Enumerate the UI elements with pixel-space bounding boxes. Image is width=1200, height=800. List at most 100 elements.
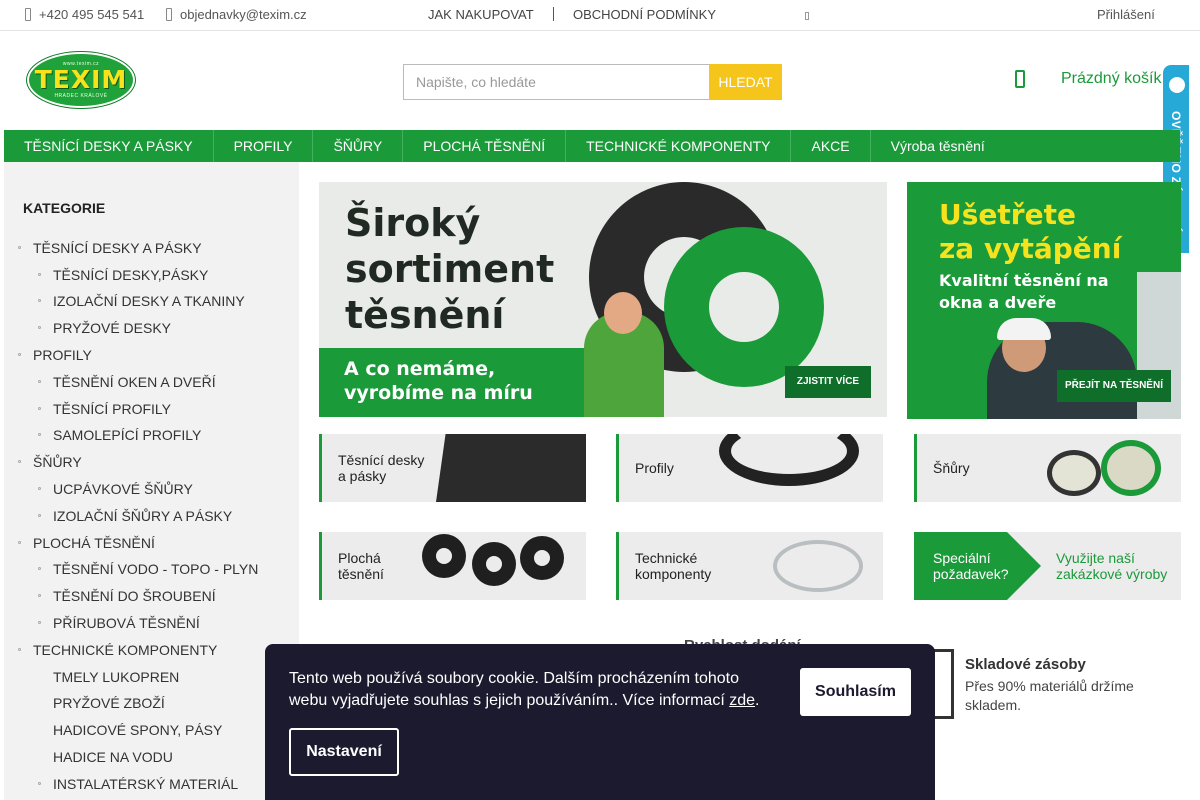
sidebar-item-plocha-tesneni[interactable]: PLOCHÁ TĚSNĚNÍ bbox=[18, 535, 155, 551]
nav-item-technicke-komponenty[interactable]: TECHNICKÉ KOMPONENTY bbox=[566, 130, 792, 162]
site-logo[interactable]: www.texim.cz TEXIM HRADEC KRÁLOVÉ bbox=[27, 52, 135, 108]
cookie-more-info-link[interactable]: zde bbox=[729, 692, 755, 709]
bullet-icon bbox=[38, 273, 41, 276]
sidebar-item-profily[interactable]: PROFILY bbox=[18, 347, 92, 363]
sidebar-item-pryzove-desky[interactable]: PRYŽOVÉ DESKY bbox=[38, 320, 172, 336]
sidebar-item-tmely-lukopren[interactable]: TMELY LUKOPREN bbox=[53, 669, 179, 685]
bullet-icon bbox=[18, 541, 21, 544]
tile-profily[interactable]: Profily bbox=[616, 434, 883, 502]
sidebar-item-tesneni-oken[interactable]: TĚSNĚNÍ OKEN A DVEŘÍ bbox=[38, 374, 216, 390]
sidebar-title: KATEGORIE bbox=[23, 200, 106, 216]
phone-number: +420 495 545 541 bbox=[39, 7, 145, 22]
phone-contact[interactable]: +420 495 545 541 bbox=[25, 7, 144, 22]
sidebar-item-izolacni-desky[interactable]: IZOLAČNÍ DESKY A TKANINY bbox=[38, 293, 245, 309]
category-sidebar: KATEGORIE TĚSNÍCÍ DESKY A PÁSKY TĚSNÍCÍ … bbox=[4, 162, 299, 800]
washer-image bbox=[472, 542, 516, 586]
top-bar: +420 495 545 541 objednavky@texim.cz JAK… bbox=[0, 0, 1200, 31]
tile-special-request[interactable]: Speciální požadavek? Využijte naší zakázko… bbox=[914, 532, 1181, 600]
nav-item-tesnici-desky[interactable]: TĚSNÍCÍ DESKY A PÁSKY bbox=[4, 130, 214, 162]
worker-head bbox=[604, 292, 642, 334]
tile-label: Šňůry bbox=[933, 460, 970, 476]
cookie-text: Tento web používá soubory cookie. Dalším… bbox=[289, 668, 769, 712]
tile-label-line: komponenty bbox=[635, 566, 712, 582]
side-banner-cta-button[interactable]: PŘEJÍT NA TĚSNĚNÍ bbox=[1057, 370, 1171, 402]
main-banner[interactable]: Široký sortiment těsnění A co nemáme, vy… bbox=[319, 182, 887, 417]
sidebar-item-prirubova-tesneni[interactable]: PŘÍRUBOVÁ TĚSNĚNÍ bbox=[38, 615, 200, 631]
tile-technicke-komponenty[interactable]: Technické komponenty bbox=[616, 532, 883, 600]
sidebar-item-label: HADICOVÉ SPONY, PÁSY bbox=[53, 722, 223, 738]
tile-label-line: Speciální bbox=[933, 550, 991, 566]
main-banner-headline: Široký sortiment těsnění bbox=[345, 200, 554, 338]
bullet-icon bbox=[38, 299, 41, 302]
sidebar-item-label: TECHNICKÉ KOMPONENTY bbox=[33, 642, 218, 658]
strip-line-2: vyrobíme na míru bbox=[344, 382, 533, 404]
logo-brand: TEXIM bbox=[34, 65, 128, 94]
sidebar-item-tesnici-profily[interactable]: TĚSNÍCÍ PROFILY bbox=[38, 401, 171, 417]
headline-line-1: Ušetřete bbox=[939, 198, 1076, 231]
tile-label-secondary: Využijte naší zakázkové výroby bbox=[1056, 532, 1181, 600]
nav-item-profily[interactable]: PROFILY bbox=[214, 130, 314, 162]
email-address: objednavky@texim.cz bbox=[180, 7, 307, 22]
tile-snury[interactable]: Šňůry bbox=[914, 434, 1181, 502]
sidebar-item-vodo-topo-plyn[interactable]: TĚSNĚNÍ VODO - TOPO - PLYN bbox=[38, 561, 258, 577]
sidebar-item-instalatersky-material[interactable]: INSTALATÉRSKÝ MATERIÁL bbox=[38, 776, 238, 792]
link-jak-nakupovat[interactable]: JAK NAKUPOVAT bbox=[428, 7, 534, 22]
side-banner[interactable]: Ušetřete za vytápění Kvalitní těsnění na… bbox=[907, 182, 1181, 419]
email-contact[interactable]: objednavky@texim.cz bbox=[166, 7, 307, 22]
nav-item-akce[interactable]: AKCE bbox=[791, 130, 871, 162]
nav-item-snury[interactable]: ŠŇŮRY bbox=[313, 130, 404, 162]
nav-item-vyroba-tesneni[interactable]: Výroba těsnění bbox=[871, 130, 1005, 162]
sidebar-item-izolacni-snury[interactable]: IZOLAČNÍ ŠŇŮRY A PÁSKY bbox=[38, 508, 233, 524]
bullet-icon bbox=[38, 407, 41, 410]
main-banner-cta-button[interactable]: ZJISTIT VÍCE bbox=[785, 366, 871, 398]
tile-tesnici-desky[interactable]: Těsnící desky a pásky bbox=[319, 434, 586, 502]
bullet-icon bbox=[18, 648, 21, 651]
rope-image bbox=[1101, 440, 1161, 496]
search-input[interactable] bbox=[403, 64, 709, 100]
sidebar-item-label: TĚSNÍCÍ PROFILY bbox=[53, 401, 171, 417]
tile-plocha-tesneni[interactable]: Plochá těsnění bbox=[319, 532, 586, 600]
search-button[interactable]: HLEDAT bbox=[709, 64, 782, 100]
verified-badge-icon bbox=[1169, 77, 1185, 93]
language-icon[interactable] bbox=[805, 12, 809, 20]
sidebar-item-hadice-na-vodu[interactable]: HADICE NA VODU bbox=[53, 749, 173, 765]
cart[interactable]: Prázdný košík bbox=[1015, 70, 1161, 88]
sidebar-item-tesneni-do-sroubeni[interactable]: TĚSNĚNÍ DO ŠROUBENÍ bbox=[38, 588, 216, 604]
link-obchodni-podminky[interactable]: OBCHODNÍ PODMÍNKY bbox=[573, 7, 716, 22]
sidebar-item-technicke-komponenty[interactable]: TECHNICKÉ KOMPONENTY bbox=[18, 642, 218, 658]
login-link[interactable]: Přihlášení bbox=[1097, 7, 1155, 22]
bullet-icon bbox=[18, 460, 21, 463]
helmet-icon bbox=[997, 318, 1051, 340]
bullet-icon bbox=[38, 621, 41, 624]
sidebar-item-pryzove-zbozi[interactable]: PRYŽOVÉ ZBOŽÍ bbox=[53, 695, 165, 711]
sidebar-item-samolepici-profily[interactable]: SAMOLEPÍCÍ PROFILY bbox=[38, 427, 202, 443]
sub-line-2: okna a dveře bbox=[939, 293, 1057, 312]
bullet-icon bbox=[18, 353, 21, 356]
side-banner-subheadline: Kvalitní těsnění na okna a dveře bbox=[939, 270, 1109, 314]
sidebar-item-hadicove-spony[interactable]: HADICOVÉ SPONY, PÁSY bbox=[53, 722, 222, 738]
sidebar-item-label: TĚSNÍCÍ DESKY,PÁSKY bbox=[53, 267, 209, 283]
tile-label: Profily bbox=[635, 460, 674, 476]
sidebar-item-label: PŘÍRUBOVÁ TĚSNĚNÍ bbox=[53, 615, 200, 631]
sidebar-item-label: PRYŽOVÉ DESKY bbox=[53, 320, 172, 336]
cookie-consent-bar: Tento web používá soubory cookie. Dalším… bbox=[265, 644, 935, 800]
page: +420 495 545 541 objednavky@texim.cz JAK… bbox=[0, 0, 1200, 800]
tile-label: Speciální požadavek? bbox=[933, 532, 1043, 600]
nav-item-plocha-tesneni[interactable]: PLOCHÁ TĚSNĚNÍ bbox=[403, 130, 567, 162]
sidebar-item-label: PLOCHÁ TĚSNĚNÍ bbox=[33, 535, 155, 551]
sidebar-item-label: SAMOLEPÍCÍ PROFILY bbox=[53, 427, 202, 443]
headline-line-1: Široký bbox=[345, 201, 481, 245]
sidebar-item-label: IZOLAČNÍ ŠŇŮRY A PÁSKY bbox=[53, 508, 233, 524]
gasket-ring-green bbox=[664, 227, 824, 387]
bullet-icon bbox=[38, 594, 41, 597]
search-form: HLEDAT bbox=[403, 64, 782, 100]
main-banner-strip: A co nemáme, vyrobíme na míru bbox=[319, 348, 609, 417]
sidebar-item-snury[interactable]: ŠŇŮRY bbox=[18, 454, 82, 470]
cookie-accept-button[interactable]: Souhlasím bbox=[800, 668, 911, 716]
cookie-settings-button[interactable]: Nastavení bbox=[289, 728, 399, 776]
sidebar-item-tesnici-desky-a-pasky[interactable]: TĚSNÍCÍ DESKY A PÁSKY bbox=[18, 240, 202, 256]
sidebar-item-ucpavkove-snury[interactable]: UCPÁVKOVÉ ŠŇŮRY bbox=[38, 481, 193, 497]
sidebar-item-tesnici-desky-pasky[interactable]: TĚSNÍCÍ DESKY,PÁSKY bbox=[38, 267, 209, 283]
cookie-message: Tento web používá soubory cookie. Dalším… bbox=[289, 670, 740, 709]
sheet-image bbox=[436, 434, 586, 502]
